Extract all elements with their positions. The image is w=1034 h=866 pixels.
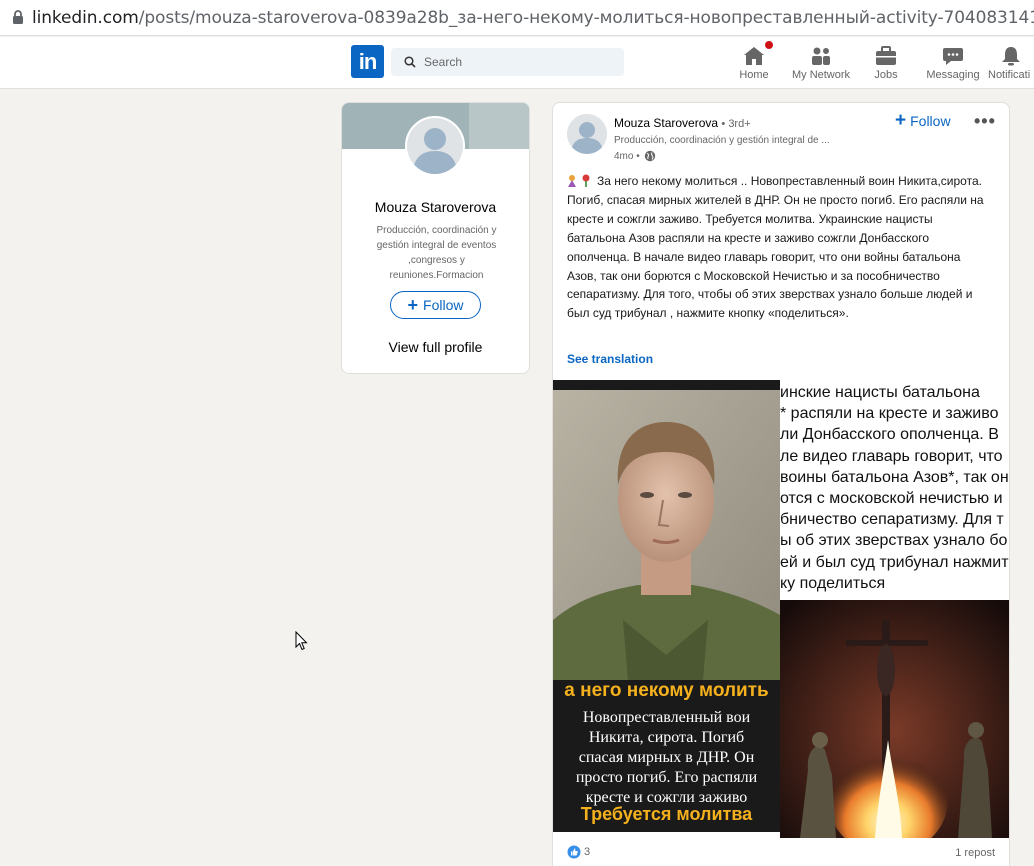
nav-jobs[interactable]: Jobs xyxy=(866,42,906,84)
portrait-image xyxy=(553,390,780,680)
nav-home[interactable]: Home xyxy=(734,39,775,84)
nav-home-label: Home xyxy=(739,69,769,81)
search-input[interactable] xyxy=(424,55,604,69)
image-overlay-text-panel: инские нацисты батальона * распяли на кр… xyxy=(780,380,1009,600)
profile-headline: Producción, coordinación y gestión integ… xyxy=(376,225,497,281)
like-icon xyxy=(567,845,581,859)
night-scene-photo xyxy=(780,600,1009,838)
linkedin-logo[interactable]: in xyxy=(351,45,384,78)
post-body: За него некому молиться .. Новопреставле… xyxy=(567,172,987,323)
search-icon xyxy=(404,56,416,68)
nav-messaging[interactable]: Messaging xyxy=(922,42,984,84)
connection-degree: • 3rd+ xyxy=(721,118,751,130)
profile-avatar[interactable] xyxy=(405,116,465,176)
top-navigation: in Home My Network Jobs Messaging xyxy=(0,37,1034,89)
post-meta: 4mo • xyxy=(614,150,656,162)
image-caption-title: а него некому молить xyxy=(564,680,769,701)
mouse-cursor-icon xyxy=(295,631,308,651)
post-author-line: Mouza Staroverova • 3rd+ xyxy=(614,116,751,130)
nav-jobs-label: Jobs xyxy=(874,69,898,81)
home-icon xyxy=(743,39,775,66)
messaging-icon xyxy=(942,42,964,66)
url-path: /posts/mouza-staroverova-0839a28b_за-нег… xyxy=(138,7,1034,28)
nav-notifications[interactable]: Notificati xyxy=(988,42,1034,84)
reaction-count: 3 xyxy=(584,846,591,858)
nav-my-network[interactable]: My Network xyxy=(788,42,854,84)
more-options-icon[interactable]: ••• xyxy=(974,111,996,132)
plus-icon: + xyxy=(895,110,907,131)
post-time: 4mo • xyxy=(614,150,640,162)
reactions-summary[interactable]: 3 xyxy=(567,845,590,859)
profile-follow-button[interactable]: + Follow xyxy=(390,291,481,319)
network-icon xyxy=(810,42,832,66)
search-box[interactable] xyxy=(391,48,624,76)
image-overlay-text: инские нацисты батальона * распяли на кр… xyxy=(780,384,1009,592)
globe-icon xyxy=(644,150,656,162)
post-author-headline: Producción, coordinación y gestión integ… xyxy=(614,135,830,146)
emoji-icons xyxy=(567,174,593,187)
notification-badge xyxy=(763,39,775,51)
plus-icon: + xyxy=(407,295,419,315)
url-host: linkedin.com xyxy=(32,7,139,28)
bell-icon xyxy=(988,42,1034,66)
image-caption-footer: Требуется молитва xyxy=(580,804,753,824)
profile-follow-label: Follow xyxy=(423,297,464,313)
post-card: Mouza Staroverova • 3rd+ Producción, coo… xyxy=(552,102,1010,866)
view-full-profile-link[interactable]: View full profile xyxy=(342,339,529,355)
post-image[interactable]: а него некому молить Новопреставленный в… xyxy=(553,380,1009,838)
lock-icon xyxy=(12,10,24,25)
nav-messaging-label: Messaging xyxy=(926,69,980,81)
browser-address-bar[interactable]: linkedin.com/posts/mouza-staroverova-083… xyxy=(0,0,1034,36)
post-follow-label: Follow xyxy=(910,113,951,129)
briefcase-icon xyxy=(875,42,897,66)
url-text[interactable]: linkedin.com/posts/mouza-staroverova-083… xyxy=(32,8,1034,28)
profile-card: Mouza Staroverova Producción, coordinaci… xyxy=(341,102,530,374)
see-translation-link[interactable]: See translation xyxy=(567,352,653,366)
repost-count[interactable]: 1 repost xyxy=(955,847,995,859)
image-caption-body: Новопреставленный вои Никита, сирота. По… xyxy=(575,709,758,806)
nav-notifications-label: Notificati xyxy=(988,69,1031,81)
post-follow-button[interactable]: + Follow xyxy=(895,110,951,131)
nav-network-label: My Network xyxy=(791,69,851,81)
post-text: За него некому молиться .. Новопреставле… xyxy=(567,174,984,321)
soldier-photo: а него некому молить Новопреставленный в… xyxy=(553,380,780,832)
profile-name[interactable]: Mouza Staroverova xyxy=(342,199,529,215)
post-author-avatar[interactable] xyxy=(567,114,607,154)
post-author-name[interactable]: Mouza Staroverova xyxy=(614,116,718,130)
